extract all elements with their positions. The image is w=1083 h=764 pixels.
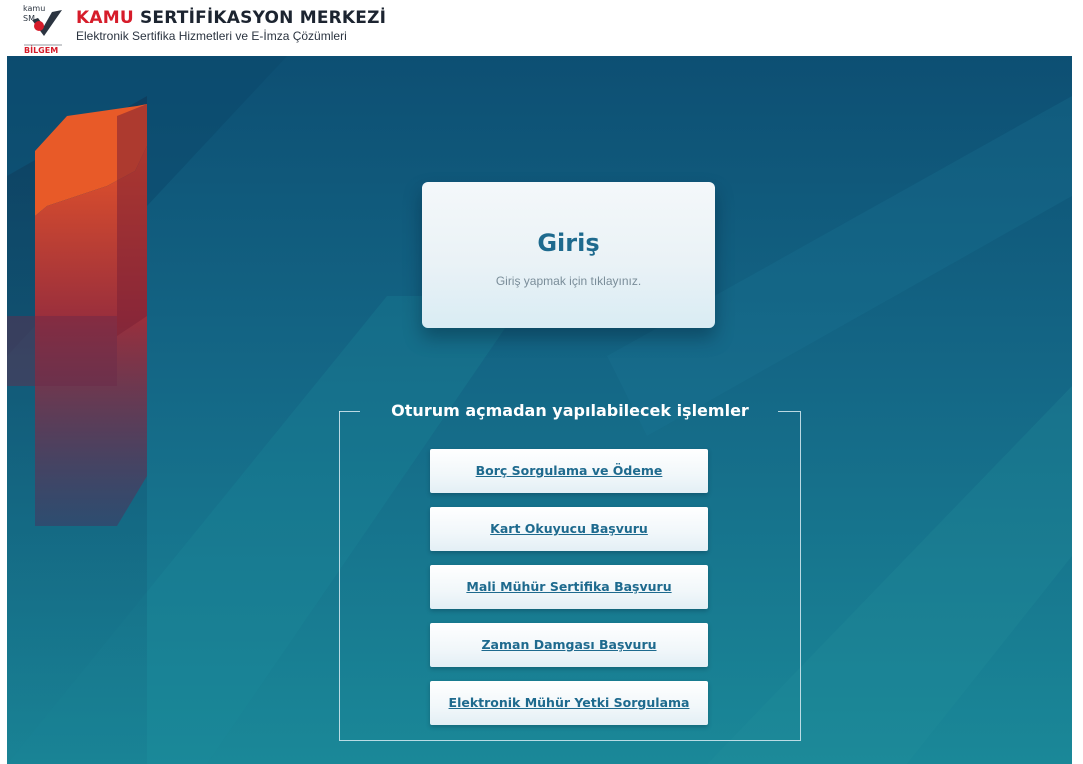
login-subtitle: Giriş yapmak için tıklayınız. (495, 274, 642, 288)
timestamp-application-button[interactable]: Zaman Damgası Başvuru (430, 623, 708, 667)
electronic-seal-authority-query-button[interactable]: Elektronik Mühür Yetki Sorgulama (430, 681, 708, 725)
site-subtitle: Elektronik Sertifika Hizmetleri ve E-İmz… (76, 29, 347, 43)
login-card[interactable]: Giriş Giriş yapmak için tıklayınız. (422, 182, 715, 328)
main-stage: Giriş Giriş yapmak için tıklayınız. Otur… (7, 56, 1072, 764)
site-header: kamu SM BİLGEM KAMU SERTİFİKASYON MERKEZ… (0, 0, 1083, 56)
card-reader-application-button[interactable]: Kart Okuyucu Başvuru (430, 507, 708, 551)
brand: KAMU SERTİFİKASYON MERKEZİ Elektronik Se… (76, 8, 386, 44)
login-title: Giriş (537, 229, 600, 257)
svg-text:BİLGEM: BİLGEM (24, 45, 58, 54)
site-title-dark: SERTİFİKASYON MERKEZİ (139, 8, 387, 28)
fiscal-seal-certificate-button[interactable]: Mali Mühür Sertifika Başvuru (430, 565, 708, 609)
site-title: KAMU SERTİFİKASYON MERKEZİ (76, 8, 386, 28)
debt-query-payment-button[interactable]: Borç Sorgulama ve Ödeme (430, 449, 708, 493)
svg-text:kamu: kamu (23, 4, 45, 13)
site-title-red: KAMU (76, 8, 134, 28)
operations-heading: Oturum açmadan yapılabilecek işlemler (391, 401, 749, 420)
kamusm-logo[interactable]: kamu SM BİLGEM (22, 2, 68, 54)
